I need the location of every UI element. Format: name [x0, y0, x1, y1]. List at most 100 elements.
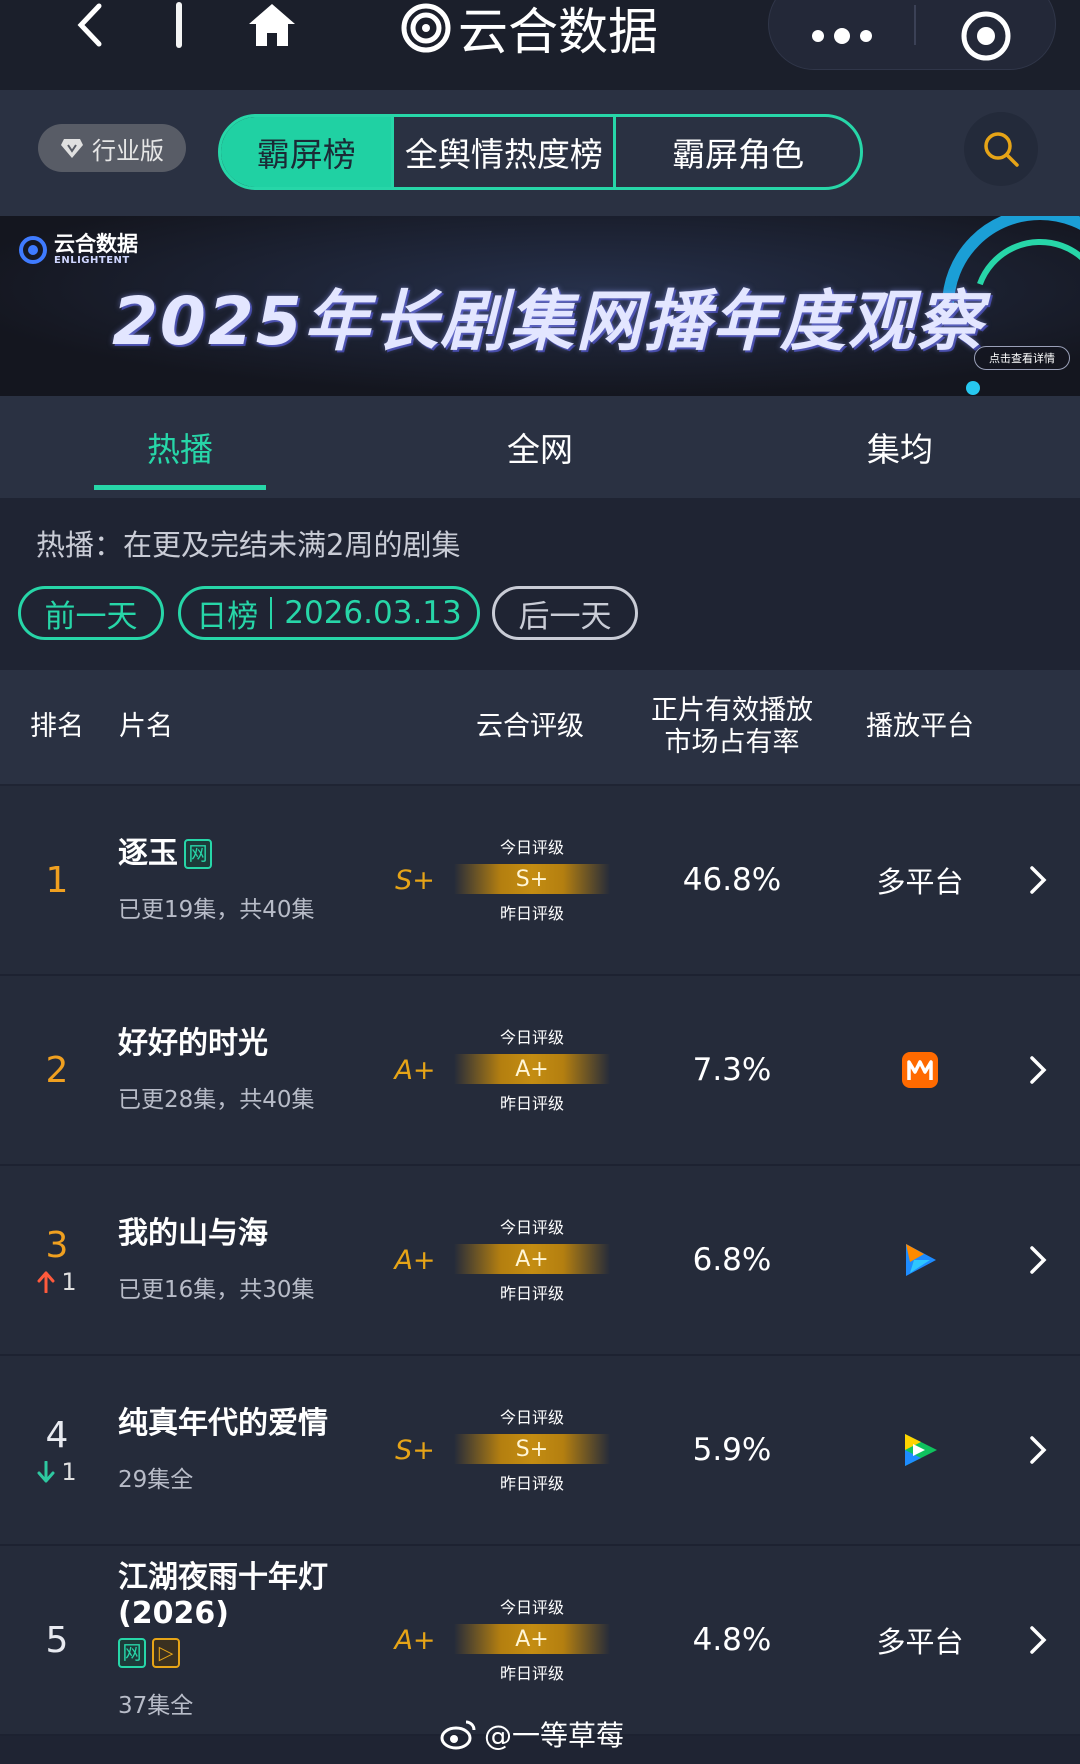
search-button[interactable] — [964, 112, 1038, 186]
rank-change-value: 1 — [61, 1267, 77, 1296]
grade-bar: A+ — [454, 1244, 610, 1274]
ranking-tabs: 热播 全网 集均 — [0, 396, 1080, 498]
chevron-right-icon — [1030, 1626, 1047, 1654]
header-rating: 云合评级 — [476, 710, 584, 742]
market-share: 6.8% — [692, 1242, 772, 1278]
table-row[interactable]: 5 江湖夜雨十年灯(2026) 网 ▷ 37集全 A+ 今日评级 A+ 昨日评级 4.8% 多平台 — [0, 1546, 1080, 1736]
grade-gauge: 今日评级 A+ 昨日评级 — [446, 1166, 618, 1354]
rank-cell: 2 — [20, 976, 94, 1164]
row-detail-button[interactable] — [1016, 786, 1060, 974]
banner-logo-sub: ENLIGHTENT — [54, 255, 130, 266]
rank-cell: 41 — [20, 1356, 94, 1544]
episode-status: 已更28集，共40集 — [118, 1087, 315, 1113]
arrow-down-icon — [37, 1460, 55, 1482]
industry-edition-chip[interactable]: 行业版 — [38, 124, 186, 172]
row-detail-button[interactable] — [1016, 1546, 1060, 1734]
yesterday-grade-label: 昨日评级 — [499, 1094, 564, 1113]
date-selector[interactable]: 日榜 2026.03.13 — [178, 586, 480, 640]
next-day-button[interactable]: 后一天 — [492, 586, 638, 640]
platform-cell — [840, 1356, 1000, 1544]
banner-detail-link[interactable]: 点击查看详情 — [974, 346, 1070, 370]
chevron-right-icon — [1030, 1246, 1047, 1274]
platform-label: 多平台 — [876, 1625, 964, 1659]
chevron-right-icon — [1030, 1436, 1047, 1464]
iqiyi-icon — [905, 1434, 937, 1466]
table-row[interactable]: 2 好好的时光 已更28集，共40集 A+ 今日评级 A+ 昨日评级 7.3% — [0, 976, 1080, 1166]
drama-title-text: 我的山与海 — [118, 1216, 268, 1251]
rank-cell: 1 — [20, 786, 94, 974]
header-platform: 播放平台 — [866, 710, 974, 742]
drama-title: 江湖夜雨十年灯(2026) 网 ▷ — [118, 1560, 358, 1668]
tab-hot[interactable]: 热播 — [0, 396, 360, 498]
close-mini-program-button[interactable] — [915, 0, 1057, 71]
board-segmented-control: 霸屏榜 全舆情热度榜 霸屏角色 — [218, 114, 863, 190]
episode-status: 29集全 — [118, 1467, 194, 1493]
drama-info: 江湖夜雨十年灯(2026) 网 ▷ 37集全 — [118, 1546, 358, 1734]
today-grade-label: 今日评级 — [499, 1218, 564, 1237]
grade-bar: S+ — [454, 864, 610, 894]
watermark-text: @一等草莓 — [484, 1719, 625, 1752]
chevron-right-icon — [1030, 1056, 1047, 1084]
row-detail-button[interactable] — [1016, 1166, 1060, 1354]
grade-gauge: 今日评级 S+ 昨日评级 — [446, 786, 618, 974]
today-grade-label: 今日评级 — [499, 1598, 564, 1617]
yunhe-grade: A+ — [394, 1624, 436, 1656]
segment-dominance-board[interactable]: 霸屏榜 — [221, 117, 392, 187]
play-badge: ▷ — [152, 1638, 180, 1668]
platform-label: 多平台 — [876, 865, 964, 899]
table-row[interactable]: 4 1 纯真年代的爱情 29集全 S+ 今日评级 S+ 昨日评级 5.9% — [0, 1356, 1080, 1546]
segment-public-opinion-board[interactable]: 全舆情热度榜 — [391, 117, 613, 187]
grade-gauge: 今日评级 A+ 昨日评级 — [446, 976, 618, 1164]
mango-tv-icon — [902, 1052, 938, 1088]
more-button[interactable] — [769, 0, 915, 71]
platform-cell — [840, 976, 1000, 1164]
chevron-left-icon — [77, 3, 102, 47]
tab-all-network[interactable]: 全网 — [360, 396, 720, 498]
app-title: 云合数据 — [400, 0, 658, 61]
home-icon — [249, 4, 295, 46]
web-drama-badge: 网 — [184, 839, 212, 869]
web-drama-badge: 网 — [118, 1638, 146, 1668]
annual-report-banner[interactable]: 云合数据 ENLIGHTENT 2025年长剧集网播年度观察 点击查看详情 — [0, 216, 1080, 396]
market-share: 5.9% — [692, 1432, 772, 1468]
category-row: 行业版 霸屏榜 全舆情热度榜 霸屏角色 — [0, 90, 1080, 216]
home-button[interactable] — [240, 0, 304, 50]
rank-number: 5 — [45, 1619, 69, 1661]
bar-divider — [176, 2, 182, 48]
yesterday-grade-label: 昨日评级 — [499, 1664, 564, 1683]
weibo-icon — [440, 1720, 476, 1750]
yesterday-grade-label: 昨日评级 — [499, 904, 564, 923]
today-grade-label: 今日评级 — [499, 1028, 564, 1047]
app-logo-icon — [401, 3, 451, 53]
table-row[interactable]: 3 1 我的山与海 已更16集，共30集 A+ 今日评级 A+ 昨日评级 6.8% — [0, 1166, 1080, 1356]
yunhe-grade: S+ — [395, 1434, 435, 1466]
app-title-text: 云合数据 — [458, 3, 658, 61]
more-dot-icon — [860, 30, 872, 42]
prev-day-button[interactable]: 前一天 — [18, 586, 164, 640]
more-dot-icon — [812, 30, 824, 42]
grade-bar-value: A+ — [515, 1626, 549, 1652]
grade-bar: A+ — [454, 1054, 610, 1084]
segment-dominance-roles[interactable]: 霸屏角色 — [613, 117, 860, 187]
rank-change-value: 1 — [61, 1457, 77, 1486]
drama-info: 逐玉网已更19集，共40集 — [118, 786, 358, 974]
yunhe-grade: A+ — [394, 1244, 436, 1276]
drama-title: 我的山与海 — [118, 1216, 358, 1252]
grade-bar-value: S+ — [515, 866, 549, 892]
yesterday-grade-label: 昨日评级 — [499, 1284, 564, 1303]
banner-title: 2025年长剧集网播年度观察 — [112, 283, 984, 360]
row-detail-button[interactable] — [1016, 1356, 1060, 1544]
episode-status: 已更19集，共40集 — [118, 897, 315, 923]
drama-title: 好好的时光 — [118, 1026, 358, 1062]
rank-number: 3 — [45, 1224, 69, 1266]
header-market-share: 正片有效播放 市场占有率 — [651, 694, 813, 758]
header-name: 片名 — [119, 710, 173, 742]
platform-cell: 多平台 — [840, 1546, 1000, 1734]
row-detail-button[interactable] — [1016, 976, 1060, 1164]
back-button[interactable] — [60, 0, 120, 50]
tab-per-episode[interactable]: 集均 — [720, 396, 1080, 498]
yunhe-grade: S+ — [395, 864, 435, 896]
rank-cell: 5 — [20, 1546, 94, 1734]
today-grade-label: 今日评级 — [499, 838, 564, 857]
table-row[interactable]: 1 逐玉网已更19集，共40集 S+ 今日评级 S+ 昨日评级 46.8% 多平台 — [0, 786, 1080, 976]
